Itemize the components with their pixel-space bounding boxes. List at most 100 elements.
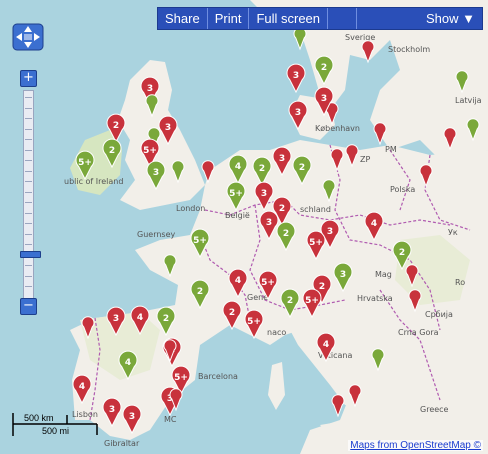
map-marker[interactable]: 4 [118, 350, 138, 381]
map-marker[interactable]: 5+ [75, 150, 95, 181]
marker-count-label: 3 [321, 94, 327, 104]
map-marker[interactable]: 2 [276, 221, 296, 252]
map-marker[interactable]: 2 [106, 113, 126, 144]
map-marker[interactable] [201, 160, 215, 184]
marker-count-label: 4 [323, 340, 329, 350]
map-marker[interactable] [81, 316, 95, 340]
map-marker[interactable]: 3 [286, 63, 306, 94]
map-marker[interactable]: 2 [102, 138, 122, 169]
marker-count-label: 5+ [143, 146, 157, 156]
marker-count-label: 3 [293, 71, 299, 81]
red-pin-icon[interactable] [81, 316, 95, 340]
map-marker[interactable] [466, 118, 480, 142]
attribution-link[interactable]: Maps from OpenStreetMap © [348, 440, 483, 451]
red-pin-icon[interactable] [331, 394, 345, 418]
marker-count-label: 2 [229, 308, 235, 318]
map-marker[interactable]: 5+ [190, 228, 210, 259]
marker-count-label: 4 [79, 382, 85, 392]
map-marker[interactable] [443, 127, 457, 151]
zoom-tick [25, 212, 32, 214]
show-dropdown-button[interactable]: Show ▼ [419, 8, 482, 29]
zoom-tick [25, 275, 32, 277]
red-pin-icon[interactable] [345, 144, 359, 168]
map-marker[interactable]: 3 [254, 181, 274, 212]
map-marker[interactable]: 5+ [244, 309, 264, 340]
zoom-in-button[interactable]: + [20, 70, 37, 87]
map-marker[interactable] [419, 164, 433, 188]
print-button[interactable]: Print [208, 8, 250, 29]
red-pin-icon[interactable] [405, 264, 419, 288]
map-toolbar: Share Print Full screen Show ▼ [157, 7, 483, 30]
map-marker[interactable]: 2 [292, 155, 312, 186]
green-pin-icon[interactable] [455, 70, 469, 94]
green-pin-icon[interactable] [466, 118, 480, 142]
fullscreen-button[interactable]: Full screen [249, 8, 329, 29]
map-marker[interactable]: 2 [222, 300, 242, 331]
green-pin-icon[interactable] [293, 27, 307, 51]
red-pin-icon[interactable] [419, 164, 433, 188]
map-marker[interactable]: 3 [259, 210, 279, 241]
map-marker[interactable] [348, 384, 362, 408]
green-pin-icon[interactable] [171, 160, 185, 184]
red-pin-icon[interactable] [373, 122, 387, 146]
marker-count-label: 3 [165, 123, 171, 133]
zoom-out-button[interactable]: − [20, 298, 37, 315]
map-canvas[interactable]: Sverige Stockholm Latvija København ubli… [0, 0, 488, 454]
zoom-slider[interactable] [20, 90, 41, 302]
map-marker[interactable]: 3 [122, 404, 142, 435]
map-marker[interactable]: 2 [314, 55, 334, 86]
map-marker[interactable] [171, 160, 185, 184]
zoom-tick [25, 244, 32, 245]
marker-count-label: 2 [319, 282, 325, 292]
map-marker[interactable]: 3 [146, 160, 166, 191]
map-marker[interactable]: 4 [316, 332, 336, 363]
map-marker[interactable] [373, 122, 387, 146]
map-marker[interactable]: 5+ [226, 181, 246, 212]
red-pin-icon[interactable] [361, 40, 375, 64]
map-marker[interactable]: 5+ [306, 230, 326, 261]
map-marker[interactable]: 2 [280, 288, 300, 319]
map-marker[interactable] [455, 70, 469, 94]
marker-count-label: 5+ [247, 317, 261, 327]
red-pin-icon[interactable] [443, 127, 457, 151]
red-pin-icon[interactable] [330, 148, 344, 172]
red-pin-icon[interactable] [348, 384, 362, 408]
map-marker[interactable]: 3 [288, 100, 308, 131]
map-marker[interactable] [331, 394, 345, 418]
map-marker[interactable]: 3 [106, 306, 126, 337]
green-pin-icon[interactable] [163, 254, 177, 278]
map-marker[interactable]: 4 [364, 211, 384, 242]
map-marker[interactable] [345, 144, 359, 168]
map-marker[interactable]: 5+ [302, 288, 322, 319]
red-pin-icon[interactable] [408, 289, 422, 313]
map-marker[interactable]: 4 [228, 268, 248, 299]
map-marker[interactable]: 2 [252, 156, 272, 187]
map-marker[interactable]: 2 [190, 279, 210, 310]
map-marker[interactable]: 4 [228, 154, 248, 185]
map-marker[interactable] [330, 148, 344, 172]
green-pin-icon[interactable] [145, 94, 159, 118]
map-marker[interactable] [408, 289, 422, 313]
map-marker[interactable] [361, 40, 375, 64]
map-marker[interactable]: 3 [333, 262, 353, 293]
map-marker[interactable]: 3 [272, 146, 292, 177]
map-marker[interactable]: 2 [156, 306, 176, 337]
red-pin-icon[interactable] [201, 160, 215, 184]
marker-count-label: 3 [327, 227, 333, 237]
map-marker[interactable] [293, 27, 307, 51]
green-pin-icon[interactable] [322, 179, 336, 203]
map-marker[interactable]: 5+ [258, 270, 278, 301]
map-marker[interactable] [163, 254, 177, 278]
map-marker[interactable]: 2 [392, 240, 412, 271]
map-marker[interactable]: 3 [158, 115, 178, 146]
map-marker[interactable]: 4 [130, 305, 150, 336]
map-marker[interactable] [322, 179, 336, 203]
map-marker[interactable] [405, 264, 419, 288]
green-pin-icon[interactable] [371, 348, 385, 372]
zoom-slider-handle[interactable] [20, 251, 41, 258]
map-marker[interactable] [371, 348, 385, 372]
map-marker[interactable] [145, 94, 159, 118]
share-button[interactable]: Share [158, 8, 208, 29]
pan-control[interactable] [11, 22, 45, 52]
map-marker[interactable]: 4 [72, 374, 92, 405]
